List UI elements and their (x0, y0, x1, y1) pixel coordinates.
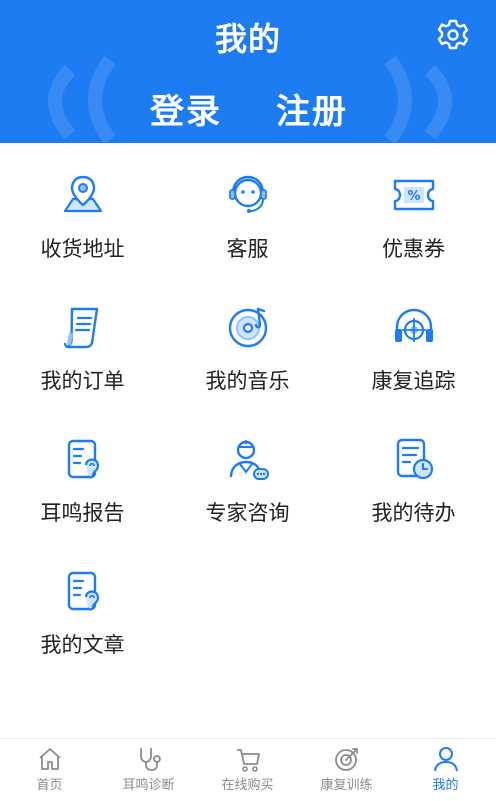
cart-icon (236, 749, 260, 772)
menu-item-label: 我的待办 (371, 501, 456, 525)
menu-item-music[interactable]: 我的音乐 (165, 275, 330, 407)
tab-online-purchase[interactable]: 在线购买 (198, 739, 297, 801)
menu-item-label: 优惠券 (382, 237, 445, 261)
menu-item-articles[interactable]: 我的文章 (0, 539, 165, 671)
tab-tinnitus-diagnosis[interactable]: 耳鸣诊断 (99, 739, 198, 801)
home-icon (38, 748, 61, 770)
gear-icon[interactable] (436, 18, 470, 52)
tab-label: 首页 (36, 778, 63, 793)
coupon-icon: % (393, 179, 434, 211)
customer-service-icon (228, 175, 267, 213)
menu-item-label: 康复追踪 (371, 369, 456, 393)
menu-item-label: 我的音乐 (205, 369, 290, 393)
page-title: 我的 (214, 20, 281, 58)
tab-label: 康复训练 (320, 778, 373, 793)
tab-rehab-training[interactable]: 康复训练 (297, 739, 396, 801)
menu-item-label: 客服 (226, 237, 269, 261)
menu-item-label: 专家咨询 (205, 501, 290, 525)
tab-label: 我的 (432, 778, 459, 793)
menu-item-label: 收货地址 (40, 237, 125, 261)
location-map-icon (63, 175, 102, 213)
tab-mine[interactable]: 我的 (396, 739, 495, 801)
stethoscope-icon (139, 748, 161, 771)
register-button[interactable]: 注册 (276, 84, 348, 133)
menu-item-address[interactable]: 收货地址 (0, 143, 165, 275)
ear-report-icon (67, 439, 99, 479)
login-button[interactable]: 登录 (150, 84, 222, 133)
menu-item-tinnitus-report[interactable]: 耳鸣报告 (0, 407, 165, 539)
bottom-tab-bar: 首页 耳鸣诊断 在线购买 康复训练 我的 (0, 738, 496, 801)
ear-article-icon (67, 571, 99, 611)
menu-item-customer-service[interactable]: 客服 (165, 143, 330, 275)
headphone-target-icon (394, 308, 433, 342)
menu-item-label: 我的订单 (40, 369, 125, 393)
order-receipt-icon (63, 307, 98, 349)
doctor-consult-icon (229, 440, 269, 480)
menu-item-orders[interactable]: 我的订单 (0, 275, 165, 407)
menu-item-coupon[interactable]: % 优惠券 (331, 143, 496, 275)
music-disc-icon (228, 307, 267, 348)
menu-item-rehab-tracking[interactable]: 康复追踪 (331, 275, 496, 407)
tab-label: 耳鸣诊断 (122, 778, 175, 793)
tab-label: 在线购买 (221, 778, 274, 793)
menu-item-expert-consult[interactable]: 专家咨询 (165, 407, 330, 539)
menu-item-label: 耳鸣报告 (40, 501, 125, 525)
profile-header: 我的 登录 注册 (0, 0, 496, 143)
todo-clock-icon (396, 438, 433, 480)
training-target-icon (334, 748, 358, 771)
menu-item-label: 我的文章 (40, 633, 125, 657)
menu-item-todo[interactable]: 我的待办 (331, 407, 496, 539)
svg-text:%: % (407, 189, 420, 204)
tab-home[interactable]: 首页 (0, 739, 99, 801)
user-icon (433, 747, 458, 772)
